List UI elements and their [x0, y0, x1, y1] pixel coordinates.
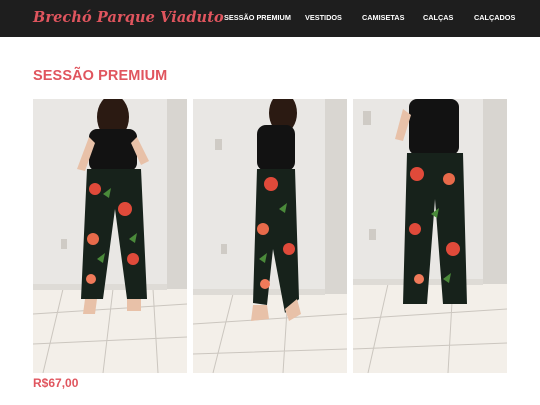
product-photo-front[interactable] — [33, 99, 187, 373]
nav-item-calcados[interactable]: CALÇADOS — [474, 13, 515, 22]
section-title: SESSÃO PREMIUM — [33, 68, 168, 84]
side-photo-image — [193, 99, 347, 373]
front-photo-image — [33, 99, 187, 373]
nav-item-vestidos[interactable]: VESTIDOS — [305, 13, 342, 22]
product-photo-back[interactable] — [353, 99, 507, 373]
back-photo-image — [353, 99, 507, 373]
top-navbar: Brechó Parque Viaduto SESSÃO PREMIUM VES… — [0, 0, 540, 37]
nav-item-calcas[interactable]: CALÇAS — [423, 13, 453, 22]
nav-item-sessao-premium[interactable]: SESSÃO PREMIUM — [224, 13, 291, 22]
product-price: R$67,00 — [33, 376, 79, 390]
brand-logo[interactable]: Brechó Parque Viaduto — [33, 9, 224, 26]
product-photo-side[interactable] — [193, 99, 347, 373]
nav-item-camisetas[interactable]: CAMISETAS — [362, 13, 404, 22]
